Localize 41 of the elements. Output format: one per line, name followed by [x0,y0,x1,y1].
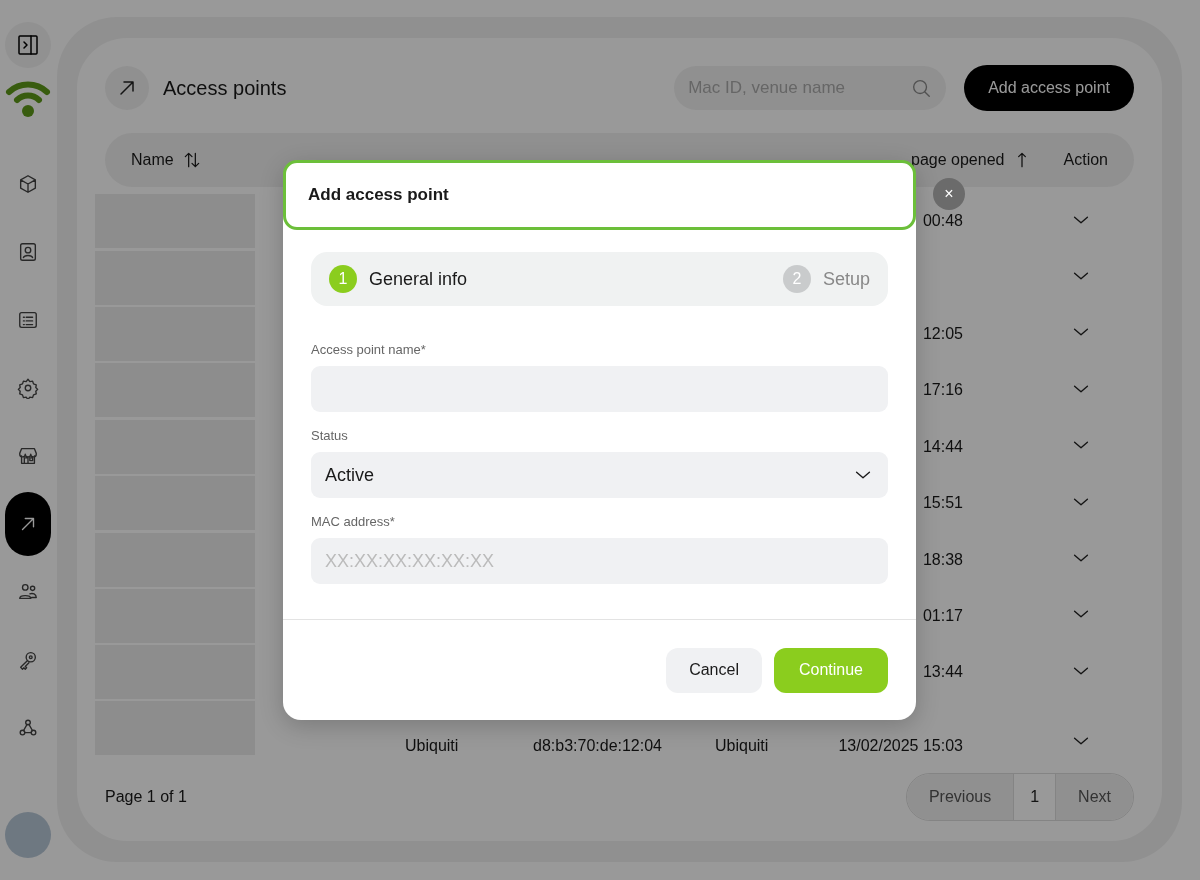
network-icon [17,717,39,739]
store-icon [17,445,39,467]
step-number: 1 [329,265,357,293]
sidebar-icon [16,33,40,57]
sidebar-toggle-button[interactable] [5,22,51,68]
page-summary: Page 1 of 1 [105,787,187,806]
table-cell: 13:44 [922,663,963,681]
column-header[interactable]: Name [131,151,174,169]
table-cell: d8:b3:70:de:12:04 [533,736,662,754]
column-header[interactable]: page opened [911,151,1005,169]
table-cell: Ubiquiti [715,736,769,754]
settings-icon [17,377,39,399]
field-label: MAC address* [311,514,396,529]
cancel-button[interactable]: Cancel [666,647,762,693]
table-cell: 14:44 [922,437,963,455]
table-cell: 13/02/2025 15:03 [838,736,963,754]
add-access-point-button[interactable]: Add access point [964,65,1134,111]
field-label: Status [311,428,349,443]
table-cell: 18:38 [922,550,963,568]
table-cell: 12:05 [922,324,963,342]
table-cell: 17:16 [922,381,963,399]
wifi-logo-icon [5,80,51,120]
status-dropdown[interactable]: Active [311,452,888,498]
step-label: General info [369,268,468,290]
table-cell: 00:48 [922,212,963,230]
cube-icon [17,173,39,195]
table-cell: 01:17 [922,606,963,624]
contact-card-icon [17,241,39,263]
dialog-title: Add access point [308,185,449,205]
list-icon [17,309,39,331]
key-icon [17,649,39,671]
step-label: Setup [822,268,870,290]
field-label: Access point name* [311,342,427,357]
table-cell: 15:51 [922,494,963,512]
sidebar-item[interactable] [5,492,51,556]
table-cell: Ubiquiti [405,736,459,754]
search-icon [910,77,933,99]
text-field[interactable]: XX:XX:XX:XX:XX:XX [311,538,888,584]
page-number[interactable]: 1 [1013,773,1057,820]
page-title: Access points [163,76,287,100]
column-header: Action [1063,151,1108,169]
